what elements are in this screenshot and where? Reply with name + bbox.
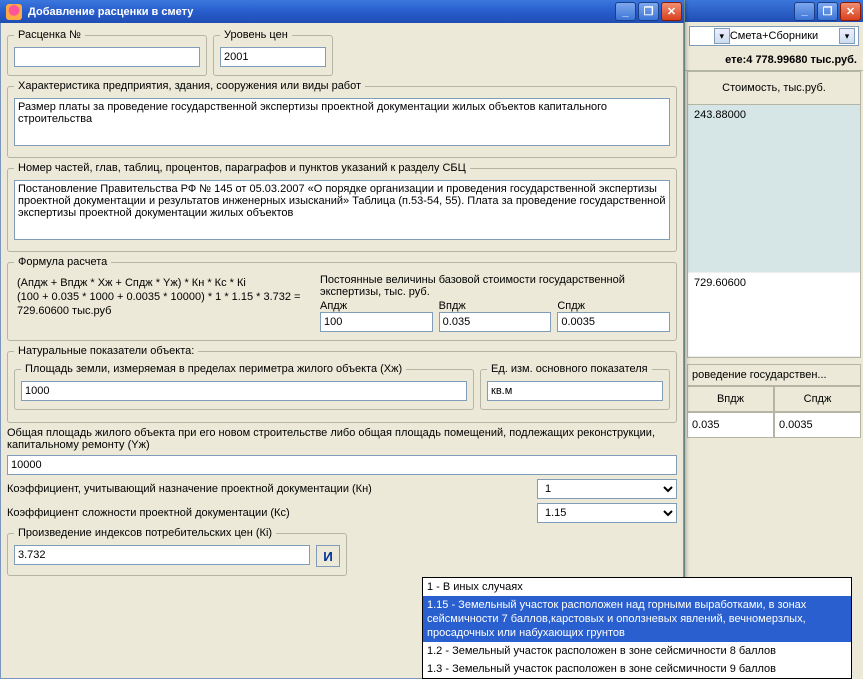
ks-option-1-15[interactable]: 1.15 - Земельный участок расположен над … [423,596,851,642]
const-c-label: Спдж [557,300,670,312]
total-area-label: Общая площадь жилого объекта при его нов… [7,427,677,451]
characteristics-text[interactable]: Размер платы за проведение государственн… [14,98,670,146]
formula-legend: Формула расчета [14,256,111,268]
bg-cost-grid: Стоимость, тыс.руб. 243.88000 729.60600 [687,71,861,358]
titlebar[interactable]: Добавление расценки в смету _ ❐ ✕ [0,0,684,23]
price-level-input [220,47,326,67]
characteristics-legend: Характеристика предприятия, здания, соор… [14,80,365,92]
price-level-legend: Уровень цен [220,29,292,41]
unit-input[interactable] [487,381,663,401]
bg-close-button[interactable]: ✕ [840,2,861,21]
bg-val-1: 0.035 [687,412,774,438]
constants-label: Постоянные величины базовой стоимости го… [320,274,670,298]
ki-button[interactable]: И [316,545,340,567]
bg-minimize-button[interactable]: _ [794,2,815,21]
bg-mini-vals: 0.035 0.0035 [687,412,861,438]
total-area-input[interactable] [7,455,677,475]
sbc-legend: Номер частей, глав, таблиц, процентов, п… [14,162,470,174]
natural-legend: Натуральные показатели объекта: [14,345,198,357]
ks-option-1-3[interactable]: 1.3 - Земельный участок расположен в зон… [423,660,851,678]
bg-maximize-button[interactable]: ❐ [817,2,838,21]
ks-dropdown-popup[interactable]: 1 - В иных случаях 1.15 - Земельный учас… [422,577,852,679]
maximize-button[interactable]: ❐ [638,2,659,21]
bg-combo-value: Смета+Сборники [730,30,818,42]
bg-cost-row-2[interactable]: 729.60600 [688,273,860,357]
formula-text: (Апдж + Впдж * Хж + Спдж * Yж) * Кн * Кс… [14,274,314,324]
window-title: Добавление расценки в смету [28,6,615,18]
land-area-legend: Площадь земли, измеряемая в пределах пер… [21,363,406,375]
const-a-input[interactable] [320,312,433,332]
ki-legend: Произведение индексов потребительских це… [14,527,276,539]
const-c-input[interactable] [557,312,670,332]
ks-label: Коэффициент сложности проектной документ… [7,507,529,519]
background-titlebar: _ ❐ ✕ [685,0,863,22]
rate-number-input[interactable] [14,47,200,67]
bg-val-2: 0.0035 [774,412,861,438]
bg-col-1: Впдж [687,386,774,412]
unit-legend: Ед. изм. основного показателя [487,363,652,375]
bg-cost-header: Стоимость, тыс.руб. [688,72,860,105]
chevron-down-icon: ▾ [839,28,855,44]
bg-combo[interactable]: ▾ Смета+Сборники ▾ [689,26,859,46]
java-icon [6,4,22,20]
bg-mini-cols: Впдж Спдж [687,386,861,412]
land-area-input[interactable] [21,381,467,401]
ks-select[interactable]: 1.15 [537,503,677,523]
const-a-label: Апдж [320,300,433,312]
chevron-down-icon: ▾ [714,28,730,44]
ks-option-1[interactable]: 1 - В иных случаях [423,578,851,596]
kn-label: Коэффициент, учитывающий назначение прое… [7,483,529,495]
const-b-label: Впдж [439,300,552,312]
bg-col-2: Спдж [774,386,861,412]
rate-legend: Расценка № [14,29,85,41]
ki-input[interactable] [14,545,310,565]
minimize-button[interactable]: _ [615,2,636,21]
ks-option-1-2[interactable]: 1.2 - Земельный участок расположен в зон… [423,642,851,660]
const-b-input[interactable] [439,312,552,332]
bg-cost-row-1[interactable]: 243.88000 [688,105,860,273]
kn-select[interactable]: 1 [537,479,677,499]
sbc-text[interactable]: Постановление Правительства РФ № 145 от … [14,180,670,240]
close-button[interactable]: ✕ [661,2,682,21]
bg-subheader: роведение государствен... [687,364,861,386]
bg-total-line: ете:4 778.99680 тыс.руб. [685,50,863,71]
